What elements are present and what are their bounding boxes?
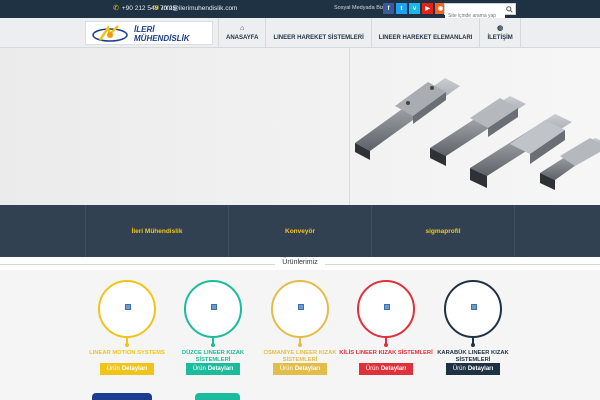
image-placeholder-icon [125, 304, 131, 310]
band-tabs: İleri Mühendislik Konveyör sigmaprofil [85, 205, 515, 257]
product-name[interactable]: LINEAR MOTION SYSTEMS [78, 350, 176, 357]
image-placeholder-icon [384, 304, 390, 310]
email-address[interactable]: info@ilerimuhendislik.com [162, 5, 238, 12]
product-details-button[interactable]: Ürün Detayları [186, 363, 240, 375]
product-details-button[interactable]: Ürün Detayları [446, 363, 500, 375]
phone-icon: ✆ [113, 5, 119, 12]
nav-label: İLETİŞİM [487, 35, 513, 41]
globe-icon: ◍ [497, 25, 504, 32]
social-icons: f t v ▶ ◉ [383, 3, 446, 14]
header: İLERİ MÜHENDİSLİK ⌂ ANASAYFA LINEER HARE… [0, 18, 600, 48]
twitter-icon[interactable]: t [396, 3, 407, 14]
main-nav: ⌂ ANASAYFA LINEER HAREKET SİSTEMLERİ LIN… [218, 18, 521, 48]
product-image-circle[interactable] [444, 280, 502, 338]
product-image-circle[interactable] [271, 280, 329, 338]
nav-label: LINEER HAREKET ELEMANLARI [378, 35, 473, 41]
image-placeholder-icon [211, 304, 217, 310]
product-details-button[interactable]: Ürün Detayları [359, 363, 413, 375]
product-image-circle[interactable] [357, 280, 415, 338]
facebook-icon[interactable]: f [383, 3, 394, 14]
image-placeholder-icon [471, 304, 477, 310]
youtube-icon[interactable]: ▶ [422, 3, 433, 14]
product-details-button[interactable]: Ürün Detayları [100, 363, 154, 375]
section-title: Ürünlerimiz [275, 259, 325, 266]
mail-icon: ✉ [153, 5, 159, 12]
product-image-circle[interactable] [98, 280, 156, 338]
home-icon: ⌂ [240, 25, 245, 32]
nav-item-linear-elements[interactable]: LINEER HAREKET ELEMANLARI [370, 18, 480, 48]
logo-icon [92, 25, 128, 42]
nav-item-linear-systems[interactable]: LINEER HAREKET SİSTEMLERİ [265, 18, 370, 48]
next-row-preview [195, 393, 240, 400]
search-box [444, 3, 516, 21]
band-tab-ileri[interactable]: İleri Mühendislik [85, 205, 228, 257]
product-name[interactable]: DÜZCE LINEER KIZAK SİSTEMLERİ [164, 350, 262, 364]
product-image-circle[interactable] [184, 280, 242, 338]
band-tab-konveyor[interactable]: Konveyör [228, 205, 371, 257]
logo-line-2: MÜHENDİSLİK [134, 34, 190, 43]
site-logo[interactable]: İLERİ MÜHENDİSLİK [85, 21, 213, 45]
logo-text: İLERİ MÜHENDİSLİK [134, 25, 190, 43]
band-tab-sigmaprofil[interactable]: sigmaprofil [371, 205, 515, 257]
nav-label: ANASAYFA [226, 35, 259, 41]
linear-actuators-image [355, 78, 600, 190]
product-name[interactable]: KARABÜK LINEER KIZAK SİSTEMLERİ [424, 350, 522, 364]
vimeo-icon[interactable]: v [409, 3, 420, 14]
logo-line-1: İLERİ [134, 25, 155, 34]
social-label: Sosyal Medyada Biz [334, 5, 384, 11]
email-contact[interactable]: ✉ info@ilerimuhendislik.com [153, 4, 238, 13]
image-placeholder-icon [298, 304, 304, 310]
top-bar: ✆ +90 212 549 70 25 ✉ info@ilerimuhendis… [0, 0, 600, 21]
next-row-preview [92, 393, 152, 400]
nav-item-contact[interactable]: ◍ İLETİŞİM [479, 18, 521, 48]
product-name[interactable]: KİLİS LINEER KIZAK SİSTEMLERİ [337, 350, 435, 357]
feature-band: İleri Mühendislik Konveyör sigmaprofil [0, 205, 600, 257]
product-name[interactable]: OSMANİYE LINEER KIZAK SİSTEMLERİ [251, 350, 349, 364]
nav-label: LINEER HAREKET SİSTEMLERİ [273, 35, 364, 41]
product-details-button[interactable]: Ürün Detayları [273, 363, 327, 375]
nav-item-home[interactable]: ⌂ ANASAYFA [218, 18, 265, 48]
hero-slider[interactable] [0, 48, 600, 205]
search-icon[interactable] [504, 4, 514, 14]
